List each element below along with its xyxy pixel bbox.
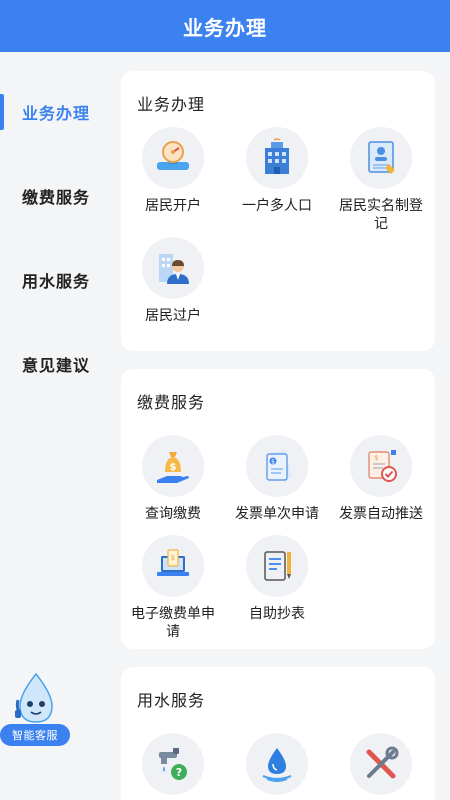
building-icon — [246, 127, 308, 189]
laptop-bill-icon: $ — [142, 535, 204, 597]
tile-self-meter-reading[interactable]: 自助抄表 — [225, 535, 329, 623]
tile-water-service-2[interactable] — [225, 733, 329, 795]
business-section-card: 业务办理 居民开户 一户多人口 居民实名制登记 居民过户 — [121, 71, 435, 351]
tile-label: 查询缴费 — [145, 506, 201, 522]
header-bar: 业务办理 — [0, 0, 450, 52]
tile-label: 居民实名制登记 — [339, 198, 423, 232]
tile-one-household-multi-person[interactable]: 一户多人口 — [225, 127, 329, 215]
sidebar-item-payment[interactable]: 缴费服务 — [0, 176, 112, 216]
faucet-question-icon: ? — [142, 733, 204, 795]
section-title: 缴费服务 — [137, 393, 206, 412]
invoice-icon: $ — [246, 435, 308, 497]
tile-query-payment[interactable]: $ 查询缴费 — [121, 435, 225, 523]
svg-text:$: $ — [374, 454, 378, 462]
water-service-section-card: 用水服务 ? — [121, 667, 435, 800]
notepad-pencil-icon — [246, 535, 308, 597]
tile-label: 居民开户 — [145, 198, 201, 214]
payment-section-card: 缴费服务 $ 查询缴费 $ 发票单次申请 $ 发票自动推送 $ 电子缴费单申请 … — [121, 369, 435, 649]
tile-label: 发票单次申请 — [235, 506, 319, 522]
tile-resident-transfer[interactable]: 居民过户 — [121, 237, 225, 325]
water-drop-icon — [246, 733, 308, 795]
section-title: 业务办理 — [137, 95, 206, 114]
invoice-check-icon: $ — [350, 435, 412, 497]
tile-real-name-registration[interactable]: 居民实名制登记 — [329, 127, 433, 233]
svg-text:$: $ — [171, 554, 175, 562]
sidebar-item-business[interactable]: 业务办理 — [0, 92, 112, 132]
money-bag-hand-icon: $ — [142, 435, 204, 497]
page-title: 业务办理 — [183, 15, 267, 40]
tools-icon — [350, 733, 412, 795]
tile-label: 居民过户 — [145, 308, 201, 324]
svg-text:$: $ — [271, 459, 275, 466]
tile-e-payment-bill-request[interactable]: $ 电子缴费单申请 — [121, 535, 225, 641]
id-document-icon — [350, 127, 412, 189]
tile-water-service-1[interactable]: ? — [121, 733, 225, 795]
svg-text:$: $ — [170, 462, 177, 473]
water-meter-icon — [142, 127, 204, 189]
tile-label: 一户多人口 — [242, 198, 312, 214]
water-drop-mascot-icon — [15, 672, 53, 723]
tile-water-service-3[interactable] — [329, 733, 433, 795]
section-title: 用水服务 — [137, 691, 206, 710]
tile-label: 发票自动推送 — [339, 506, 423, 522]
person-building-icon — [142, 237, 204, 299]
svg-text:?: ? — [176, 766, 182, 779]
smart-assistant-label[interactable]: 智能客服 — [0, 724, 70, 746]
tile-resident-account-open[interactable]: 居民开户 — [121, 127, 225, 215]
tile-label: 电子缴费单申请 — [131, 606, 215, 640]
tile-invoice-single-request[interactable]: $ 发票单次申请 — [225, 435, 329, 523]
sidebar-item-suggestions[interactable]: 意见建议 — [0, 344, 112, 384]
tile-invoice-auto-push[interactable]: $ 发票自动推送 — [329, 435, 433, 523]
sidebar-item-water-service[interactable]: 用水服务 — [0, 260, 112, 300]
tile-label: 自助抄表 — [249, 606, 305, 622]
